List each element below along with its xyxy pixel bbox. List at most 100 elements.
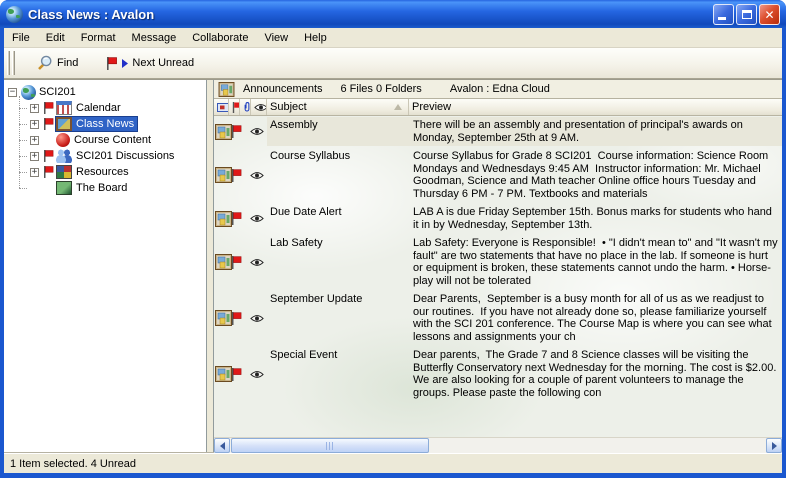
scroll-left-button[interactable]	[214, 438, 230, 453]
subject-column-label: Subject	[270, 101, 307, 113]
menu-item[interactable]: Message	[124, 28, 185, 47]
conference-icon	[56, 149, 72, 163]
globe-icon	[21, 85, 36, 100]
list-header-bar: Announcements 6 Files 0 Folders Avalon :…	[214, 80, 782, 99]
column-subject[interactable]: Subject	[267, 99, 409, 115]
message-subject: Lab Safety	[267, 235, 409, 289]
message-row[interactable]: Due Date Alert LAB A is due Friday Septe…	[214, 204, 782, 233]
eye-icon	[250, 171, 264, 180]
close-button[interactable]: ✕	[759, 4, 780, 25]
tree-item-selectable: SCI201 Discussions	[56, 149, 177, 163]
tree-item-selectable: Class News	[56, 117, 137, 131]
message-preview: Dear parents, The Grade 7 and 8 Science …	[409, 347, 782, 401]
column-read-status[interactable]	[251, 99, 267, 115]
bulletin-board-icon	[215, 310, 232, 326]
titlebar[interactable]: Class News : Avalon ✕	[0, 0, 786, 28]
unread-flag-icon	[231, 169, 242, 182]
sort-ascending-icon	[394, 104, 402, 110]
tree-item[interactable]: + Resources	[8, 164, 206, 180]
next-unread-label: Next Unread	[132, 57, 194, 69]
expand-icon[interactable]: +	[30, 168, 39, 177]
tree-item-selectable: Resources	[56, 165, 132, 179]
message-row[interactable]: September Update Dear Parents, September…	[214, 291, 782, 345]
toolbar-grip[interactable]	[7, 51, 10, 75]
menu-item[interactable]: Format	[73, 28, 124, 47]
column-header-row: Subject Preview	[214, 99, 782, 116]
main-area: − SCI201 +	[4, 79, 782, 453]
tree-item[interactable]: + SCI201 Discussions	[8, 148, 206, 164]
column-attachment[interactable]	[240, 99, 251, 115]
eye-icon	[250, 214, 264, 223]
eye-icon	[250, 258, 264, 267]
menu-item[interactable]: Help	[296, 28, 335, 47]
menu-item[interactable]: View	[256, 28, 296, 47]
menu-item[interactable]: Edit	[38, 28, 73, 47]
tree-item[interactable]: + Calendar	[8, 100, 206, 116]
next-arrow-icon	[121, 59, 128, 68]
tree-root-sci201[interactable]: − SCI201	[8, 84, 206, 100]
expand-icon[interactable]: +	[30, 152, 39, 161]
find-button[interactable]: Find	[29, 51, 85, 75]
expand-icon[interactable]: +	[30, 104, 39, 113]
eye-icon	[254, 103, 267, 112]
toolbar: Find Next Unread	[4, 48, 782, 79]
tree-item[interactable]: + The Board	[8, 180, 206, 196]
maximize-button[interactable]	[736, 4, 757, 25]
conference-icon	[56, 117, 72, 131]
menu-bar: File Edit Format Message Collaborate Vie…	[4, 28, 782, 48]
status-text: 1 Item selected. 4 Unread	[10, 458, 136, 470]
collapse-icon[interactable]: −	[8, 88, 17, 97]
tree-item[interactable]: + Class News	[8, 116, 206, 132]
unread-flag-icon	[231, 312, 242, 325]
tree-children: + Calendar +	[8, 100, 206, 196]
message-subject: September Update	[267, 291, 409, 345]
find-label: Find	[57, 57, 78, 69]
message-row[interactable]: Special Event Dear parents, The Grade 7 …	[214, 347, 782, 401]
menu-item[interactable]: File	[4, 28, 38, 47]
bulletin-board-icon	[215, 167, 232, 183]
menu-item[interactable]: Collaborate	[184, 28, 256, 47]
unread-flag-icon	[43, 150, 55, 162]
flag-icon	[232, 102, 240, 113]
horizontal-scrollbar[interactable]	[214, 437, 782, 453]
tree-item[interactable]: + Course Content	[8, 132, 206, 148]
conference-icon	[56, 133, 70, 147]
status-bar: 1 Item selected. 4 Unread	[4, 453, 782, 473]
preview-column-label: Preview	[412, 101, 451, 113]
tree-item-label: Calendar	[75, 102, 124, 115]
tree-item-label: Resources	[75, 166, 132, 179]
tree-item-label: Class News	[75, 118, 137, 131]
globe-icon	[6, 6, 23, 23]
eye-icon	[250, 127, 264, 136]
eye-icon	[250, 314, 264, 323]
app-window: Class News : Avalon ✕ File Edit Format M…	[0, 0, 786, 478]
message-row[interactable]: Course Syllabus Course Syllabus for Grad…	[214, 148, 782, 202]
tree-item-label: The Board	[75, 182, 130, 195]
minimize-button[interactable]	[713, 4, 734, 25]
bulletin-board-icon	[215, 124, 232, 140]
unread-flag-icon	[231, 368, 242, 381]
message-row[interactable]: Lab Safety Lab Safety: Everyone is Respo…	[214, 235, 782, 289]
magnifier-icon	[36, 55, 53, 71]
unread-flag-icon	[43, 102, 55, 114]
message-subject: Due Date Alert	[267, 204, 409, 233]
column-envelope[interactable]	[214, 99, 229, 115]
toolbar-grip[interactable]	[12, 51, 15, 75]
column-preview[interactable]: Preview	[409, 99, 782, 115]
account-name: Avalon : Edna Cloud	[450, 83, 550, 95]
unread-flag-icon	[43, 166, 55, 178]
expand-icon[interactable]: +	[30, 136, 39, 145]
message-preview: Dear Parents, September is a busy month …	[409, 291, 782, 345]
bulletin-board-icon	[215, 211, 232, 227]
column-flag[interactable]	[229, 99, 240, 115]
bulletin-board-icon	[218, 82, 235, 97]
expand-icon[interactable]: +	[30, 120, 39, 129]
scrollbar-thumb[interactable]	[231, 438, 429, 453]
next-unread-button[interactable]: Next Unread	[99, 53, 201, 74]
file-folder-counts: 6 Files 0 Folders	[341, 83, 422, 95]
bulletin-board-icon	[215, 366, 232, 382]
message-row[interactable]: Assembly There will be an assembly and p…	[214, 117, 782, 146]
unread-flag-icon	[231, 125, 242, 138]
scroll-right-button[interactable]	[766, 438, 782, 453]
tree-item-label: SCI201 Discussions	[75, 150, 177, 163]
